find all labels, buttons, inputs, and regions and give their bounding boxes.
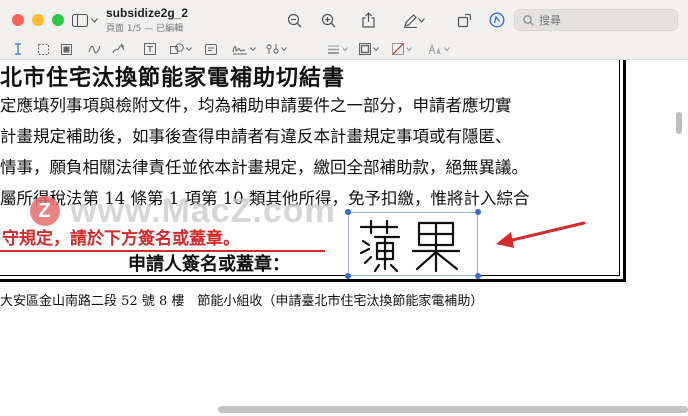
text-cursor-icon <box>15 43 21 55</box>
chevron-down-icon <box>91 17 98 23</box>
horizontal-scrollbar[interactable] <box>218 406 688 413</box>
markup-toolbar <box>0 38 688 60</box>
shapes-icon <box>170 43 184 54</box>
window-controls <box>12 14 64 26</box>
sketch-tool[interactable] <box>88 42 101 56</box>
rotate-icon <box>457 13 471 27</box>
rect-selection-tool[interactable] <box>38 42 49 56</box>
sidebar-icon <box>72 13 88 27</box>
minimize-window-button[interactable] <box>32 14 44 26</box>
body-line-1: 定應填列事項與檢附文件，均為補助申請要件之一部分，申請者應切實 <box>0 96 512 115</box>
zoom-out-button[interactable] <box>285 11 303 29</box>
zoom-in-icon <box>321 13 335 27</box>
close-window-button[interactable] <box>12 14 24 26</box>
draw-tool[interactable] <box>112 42 125 56</box>
highlight-button[interactable] <box>402 11 426 29</box>
dashed-rect-icon <box>38 43 49 55</box>
markup-button[interactable] <box>488 11 506 29</box>
sketch-icon <box>88 45 101 54</box>
text-selection-tool[interactable] <box>13 42 23 56</box>
redact-icon <box>61 43 72 55</box>
search-input[interactable] <box>539 13 669 27</box>
document-subtitle: 頁面 1/5 — 已編輯 <box>106 24 184 34</box>
chevron-down-icon <box>250 47 256 51</box>
document-title: subsidize2g_2 <box>106 6 189 20</box>
chevron-down-icon <box>406 47 412 51</box>
document-heading: 北市住宅汰換節能家電補助切結書 <box>0 65 346 91</box>
share-icon <box>361 12 375 28</box>
resize-handle-bottom-right[interactable] <box>475 273 481 279</box>
shapes-menu[interactable] <box>170 42 192 56</box>
resize-handle-top-right[interactable] <box>475 209 481 215</box>
sliders-icon <box>266 44 279 54</box>
sign-menu[interactable] <box>232 42 256 56</box>
title-bar: subsidize2g_2 頁面 1/5 — 已編輯 <box>0 0 688 38</box>
resize-handle-top-left[interactable] <box>345 209 351 215</box>
chevron-down-icon <box>281 47 287 51</box>
text-box-icon <box>144 43 156 55</box>
signature-annotation[interactable] <box>345 209 481 279</box>
applicant-signature-label: 申請人簽名或蓋章： <box>128 254 290 275</box>
signature-instruction: 守規定，請於下方簽名或蓋章。 <box>2 229 240 249</box>
markup-icon <box>489 12 505 28</box>
border-color-menu[interactable] <box>359 42 379 56</box>
body-line-2: 計畫規定補助後，如事後查得申請者有違反本計畫規定事項或有隱匿、 <box>0 127 512 146</box>
shape-style-menu[interactable] <box>327 42 348 56</box>
zoom-in-button[interactable] <box>319 11 337 29</box>
line-style-icon <box>328 45 339 54</box>
body-line-3: 情事，願負相關法律責任並依本計畫規定，繳回全部補助款，絕無異議。 <box>0 158 528 177</box>
vertical-scrollbar[interactable] <box>676 112 682 134</box>
pen-icon <box>404 13 417 28</box>
fill-color-menu[interactable] <box>392 42 412 56</box>
chevron-down-icon <box>186 47 192 51</box>
draw-icon <box>112 43 125 54</box>
arrow-icon <box>496 221 586 248</box>
adjust-color-menu[interactable] <box>266 42 287 56</box>
resize-handle-bottom-left[interactable] <box>345 273 351 279</box>
text-style-icon <box>428 43 441 54</box>
border-color-icon <box>359 43 371 55</box>
mailing-address: 大安區金山南路二段 52 號 8 樓 節能小組收（申請臺北市住宅汰換節能家電補助… <box>0 294 484 309</box>
chevron-down-icon <box>373 47 379 51</box>
fill-color-icon <box>392 43 404 55</box>
note-icon <box>205 43 217 55</box>
handwritten-signature <box>359 219 461 273</box>
sidebar-toggle-button[interactable] <box>72 11 100 29</box>
text-tool[interactable] <box>144 42 156 56</box>
chevron-down-icon <box>444 47 450 51</box>
zoom-out-icon <box>287 13 301 27</box>
chevron-down-icon <box>342 47 348 51</box>
share-button[interactable] <box>359 11 377 29</box>
text-style-menu[interactable] <box>428 42 450 56</box>
signature-icon <box>232 45 247 55</box>
document-page: 北市住宅汰換節能家電補助切結書 定應填列事項與檢附文件，均為補助申請要件之一部分… <box>0 60 688 404</box>
red-arrow-annotation <box>494 220 586 254</box>
search-field[interactable] <box>514 9 678 31</box>
note-tool[interactable] <box>205 42 217 56</box>
redact-tool[interactable] <box>61 42 72 56</box>
watermark-logo-icon: Z <box>30 196 60 226</box>
rotate-button[interactable] <box>455 11 473 29</box>
chevron-down-icon <box>418 17 425 23</box>
zoom-window-button[interactable] <box>52 14 64 26</box>
search-icon <box>523 14 534 26</box>
